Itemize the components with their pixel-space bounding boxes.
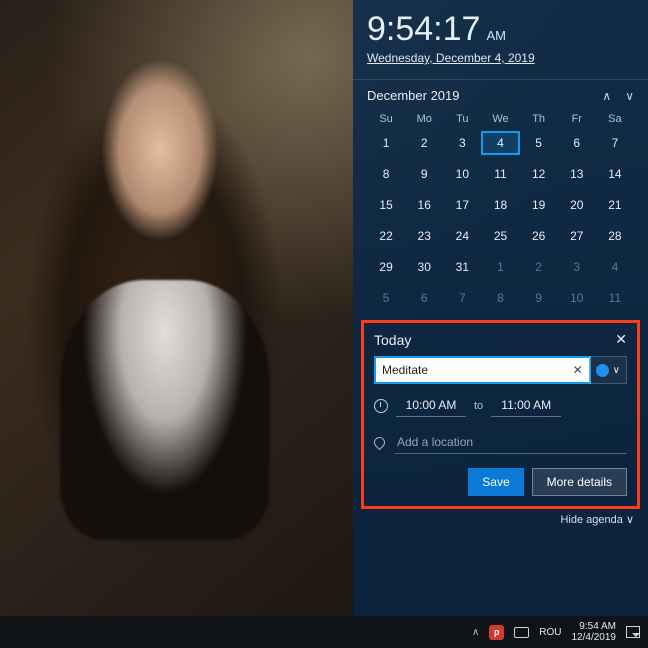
taskbar-date: 12/4/2019 [572,632,617,644]
clock-time: 9:54:17 [367,10,480,49]
calendar-day[interactable]: 1 [481,255,519,279]
action-center-icon[interactable] [626,626,640,638]
chevron-down-icon: ∨ [626,514,634,526]
calendar-day[interactable]: 3 [443,131,481,155]
calendar-grid: 1234567891011121314151617181920212223242… [367,131,634,310]
calendar-day[interactable]: 9 [405,162,443,186]
agenda-heading: Today [374,332,411,348]
hide-agenda-toggle[interactable]: Hide agenda ∨ [367,513,634,526]
location-input[interactable] [395,431,627,454]
save-button[interactable]: Save [468,468,523,496]
calendar-day[interactable]: 4 [596,255,634,279]
calendar-day[interactable]: 29 [367,255,405,279]
calendar-day[interactable]: 11 [596,286,634,310]
weekday-label: Th [520,113,558,125]
calendar-day[interactable]: 7 [443,286,481,310]
calendar-day[interactable]: 5 [367,286,405,310]
month-label[interactable]: December 2019 [367,88,460,103]
clock-calendar-flyout: 9:54:17 AM Wednesday, December 4, 2019 D… [353,0,648,616]
calendar-day[interactable]: 24 [443,224,481,248]
calendar-day[interactable]: 3 [558,255,596,279]
month-header: December 2019 ∧ ∨ [367,88,634,103]
calendar-day[interactable]: 30 [405,255,443,279]
calendar-day[interactable]: 2 [405,131,443,155]
end-time-input[interactable] [491,394,561,417]
language-indicator[interactable]: ROU [539,627,561,638]
calendar-day[interactable]: 31 [443,255,481,279]
calendar-day[interactable]: 8 [367,162,405,186]
divider [353,79,648,80]
close-icon[interactable]: ✕ [615,331,627,348]
clock-row: 9:54:17 AM [367,10,634,49]
touch-keyboard-icon[interactable] [514,627,529,638]
calendar-day-today[interactable]: 4 [481,131,519,155]
calendar-day[interactable]: 16 [405,193,443,217]
agenda-panel: Today ✕ ✕ ∨ to Save More details [361,320,640,509]
calendar-day[interactable]: 6 [405,286,443,310]
weekday-label: Su [367,113,405,125]
more-details-button[interactable]: More details [532,468,627,496]
calendar-day[interactable]: 21 [596,193,634,217]
calendar-day[interactable]: 25 [481,224,519,248]
tray-app-icon[interactable]: p [489,625,504,640]
location-pin-icon [372,435,388,451]
calendar-color-picker[interactable]: ∨ [589,356,627,384]
calendar-day[interactable]: 27 [558,224,596,248]
calendar-day[interactable]: 18 [481,193,519,217]
tray-overflow-icon[interactable]: ∧ [472,627,479,638]
calendar-day[interactable]: 13 [558,162,596,186]
weekday-label: Fr [558,113,596,125]
clock-ampm: AM [486,28,506,43]
calendar-day[interactable]: 19 [520,193,558,217]
calendar-day[interactable]: 23 [405,224,443,248]
weekday-label: We [481,113,519,125]
calendar-day[interactable]: 6 [558,131,596,155]
taskbar-clock[interactable]: 9:54 AM 12/4/2019 [572,621,617,644]
weekday-label: Sa [596,113,634,125]
calendar-day[interactable]: 28 [596,224,634,248]
next-month-button[interactable]: ∨ [625,89,634,103]
calendar-day[interactable]: 10 [558,286,596,310]
calendar-day[interactable]: 2 [520,255,558,279]
clear-title-icon[interactable]: ✕ [573,363,583,377]
start-time-input[interactable] [396,394,466,417]
weekday-header: SuMoTuWeThFrSa [367,113,634,125]
calendar-day[interactable]: 7 [596,131,634,155]
chevron-down-icon: ∨ [613,365,620,376]
weekday-label: Mo [405,113,443,125]
clock-icon [374,399,388,413]
taskbar: ∧ p ROU 9:54 AM 12/4/2019 [0,616,648,648]
weekday-label: Tu [443,113,481,125]
calendar-day[interactable]: 17 [443,193,481,217]
calendar-day[interactable]: 22 [367,224,405,248]
calendar-day[interactable]: 26 [520,224,558,248]
calendar-day[interactable]: 11 [481,162,519,186]
color-dot-icon [596,364,609,377]
calendar-day[interactable]: 1 [367,131,405,155]
calendar-day[interactable]: 20 [558,193,596,217]
calendar-day[interactable]: 5 [520,131,558,155]
clock-date-link[interactable]: Wednesday, December 4, 2019 [367,51,634,65]
event-title-input[interactable] [374,356,591,384]
calendar-day[interactable]: 8 [481,286,519,310]
to-label: to [474,400,483,412]
calendar-day[interactable]: 14 [596,162,634,186]
calendar-day[interactable]: 15 [367,193,405,217]
taskbar-time: 9:54 AM [572,621,617,633]
calendar-day[interactable]: 12 [520,162,558,186]
calendar-day[interactable]: 9 [520,286,558,310]
calendar-day[interactable]: 10 [443,162,481,186]
prev-month-button[interactable]: ∧ [602,89,611,103]
